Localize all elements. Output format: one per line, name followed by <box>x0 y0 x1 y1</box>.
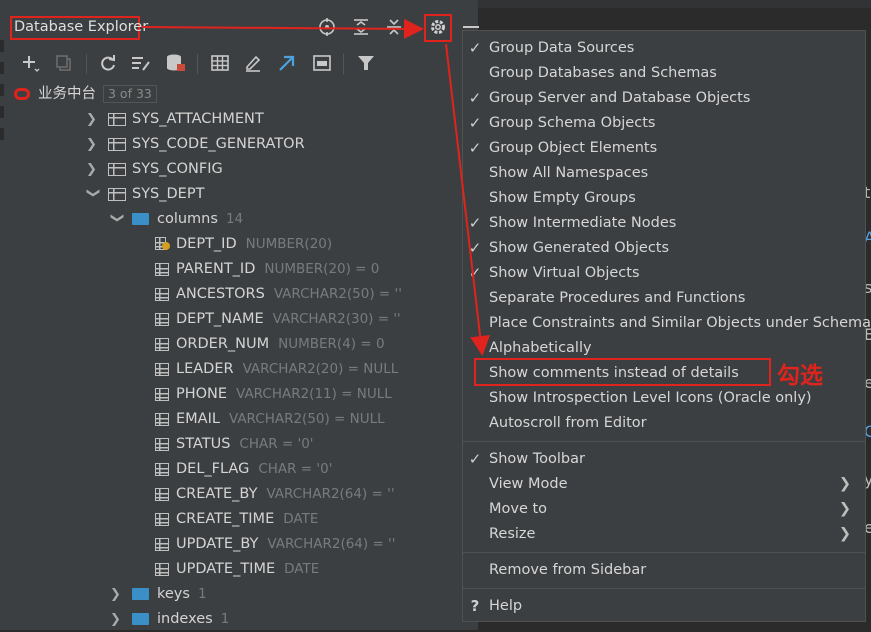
annotation-arrows <box>141 18 491 356</box>
arrow-to-gear <box>141 18 424 39</box>
arrow-to-option <box>445 43 491 356</box>
